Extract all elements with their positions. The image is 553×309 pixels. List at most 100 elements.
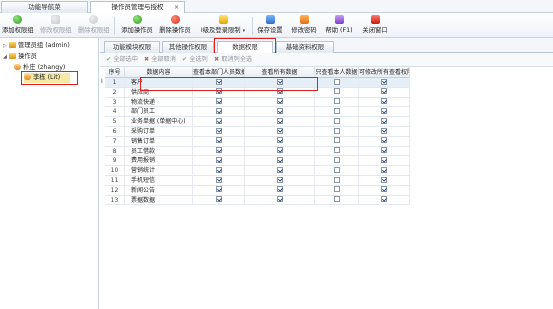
table-row[interactable]: 7 销售订单 [105,136,410,147]
table-row[interactable]: 9 费用报销 [105,156,410,167]
permission-checkbox[interactable] [276,107,283,114]
login-limit-button[interactable]: I级及登录限制 ▾ [197,15,249,37]
permission-checkbox[interactable] [333,176,340,183]
permission-checkbox[interactable] [381,166,387,173]
permission-checkbox[interactable] [276,196,283,203]
permission-checkbox[interactable] [381,88,387,95]
help-button[interactable]: 帮助 (F1) [324,15,354,37]
permission-checkbox[interactable] [333,137,340,144]
permission-checkbox[interactable] [215,127,222,134]
data-content-cell: 员工借款 [125,146,193,157]
permission-checkbox[interactable] [215,156,222,163]
select-column-button[interactable]: ✔ 全选列 [182,55,208,65]
permission-checkbox[interactable] [333,88,340,95]
tab-base-data-permissions[interactable]: 基础资料权限 [276,41,334,53]
checkbox-cell [245,146,315,157]
permission-checkbox[interactable] [381,98,387,105]
permission-checkbox[interactable] [333,196,340,203]
permission-checkbox[interactable] [276,186,283,193]
tab-label: 其他操作权限 [168,43,208,51]
permission-checkbox[interactable] [333,166,340,173]
permission-checkbox[interactable] [333,156,340,163]
permission-checkbox[interactable] [276,137,283,144]
permission-checkbox[interactable] [276,156,283,163]
column-header-edit-all: 可修改所有查看权限的数据 [359,67,410,78]
permission-checkbox[interactable] [276,176,283,183]
delete-permission-group-button[interactable]: 删除权限组 [78,15,109,37]
add-operator-button[interactable]: 添加操作员 [121,15,153,37]
permission-checkbox[interactable] [381,78,387,85]
row-index: 11 [105,176,125,186]
edit-permission-group-button[interactable]: 修改权限组 [40,15,71,37]
close-window-button[interactable]: 关闭窗口 [360,15,390,37]
tab-other-permissions[interactable]: 其他操作权限 [162,41,214,53]
permission-checkbox[interactable] [333,107,340,114]
select-all-button[interactable]: ✔ 全部选中 [106,55,138,65]
highlight-box-data-tab [214,38,276,54]
save-settings-button[interactable]: 保存设置 [256,15,284,37]
table-row[interactable]: 13 票据数据 [105,195,410,206]
permission-checkbox[interactable] [215,137,222,144]
checkbox-cell [245,107,315,118]
checkbox-cell [245,136,315,147]
tab-function-nav[interactable]: 功能导航菜 [1,1,88,13]
table-row[interactable]: 6 采购订单 [105,127,410,137]
checkbox-cell [245,127,315,137]
change-password-button[interactable]: 修改密码 [290,15,318,37]
permission-checkbox[interactable] [333,98,340,105]
permission-checkbox[interactable] [215,166,222,173]
tree-node-admin-group[interactable]: ▷ 管理员组 (admin) [3,41,70,51]
tab-operator-management[interactable]: 操作员管理与授权 × [90,1,185,13]
checkbox-cell [359,78,410,88]
permission-checkbox[interactable] [333,127,340,134]
delete-operator-button[interactable]: 删除操作员 [159,15,191,37]
tree-node-operators[interactable]: ◢ 操作员 [3,52,37,62]
permission-checkbox[interactable] [215,186,222,193]
add-permission-group-button[interactable]: 添加权限组 [2,15,33,37]
permission-checkbox[interactable] [215,196,222,203]
table-row[interactable]: 11 手机短信 [105,176,410,186]
permission-checkbox[interactable] [381,127,387,134]
permission-checkbox[interactable] [215,147,222,154]
permission-checkbox[interactable] [381,117,387,124]
tree-node-label: 朴庄 (zhangy) [23,64,66,71]
checkbox-cell [359,87,410,98]
deselect-column-button[interactable]: ✖ 取消列全选 [214,55,252,65]
permission-checkbox[interactable] [276,98,283,105]
chevron-down-icon[interactable]: ▾ [243,28,246,34]
permission-checkbox[interactable] [215,98,222,105]
checkbox-cell [193,107,245,118]
table-row[interactable]: 3 物流快递 [105,97,410,108]
permission-checkbox[interactable] [381,196,387,203]
deselect-all-button[interactable]: ✖ 全部取消 [144,55,176,65]
permission-checkbox[interactable] [333,186,340,193]
permission-checkbox[interactable] [381,107,387,114]
table-row[interactable]: 10 营销统计 [105,166,410,176]
permission-checkbox[interactable] [333,78,340,85]
permission-checkbox[interactable] [215,176,222,183]
close-tab-icon[interactable]: × [174,2,179,13]
checkbox-cell [315,156,359,167]
permission-checkbox[interactable] [333,147,340,154]
permission-checkbox[interactable] [276,147,283,154]
checkbox-cell [359,117,410,127]
close-window-icon [370,15,380,24]
permission-checkbox[interactable] [276,127,283,134]
permission-checkbox[interactable] [215,117,222,124]
permission-checkbox[interactable] [381,137,387,144]
permission-checkbox[interactable] [381,156,387,163]
permission-checkbox[interactable] [381,147,387,154]
table-row[interactable]: 12 新闻公告 [105,185,410,196]
permission-checkbox[interactable] [381,186,387,193]
permission-checkbox[interactable] [333,117,340,124]
table-row[interactable]: 4 部门员工 [105,107,410,118]
checkbox-cell [245,176,315,186]
data-content-cell: 物流快递 [125,97,193,108]
permission-checkbox[interactable] [276,117,283,124]
permission-checkbox[interactable] [276,166,283,173]
table-row[interactable]: 5 业务单据 (单据中心) [105,117,410,127]
tab-module-permissions[interactable]: 功能模块权限 [104,41,160,53]
permission-checkbox[interactable] [381,176,387,183]
table-row[interactable]: 8 员工借款 [105,146,410,157]
permission-checkbox[interactable] [215,107,222,114]
